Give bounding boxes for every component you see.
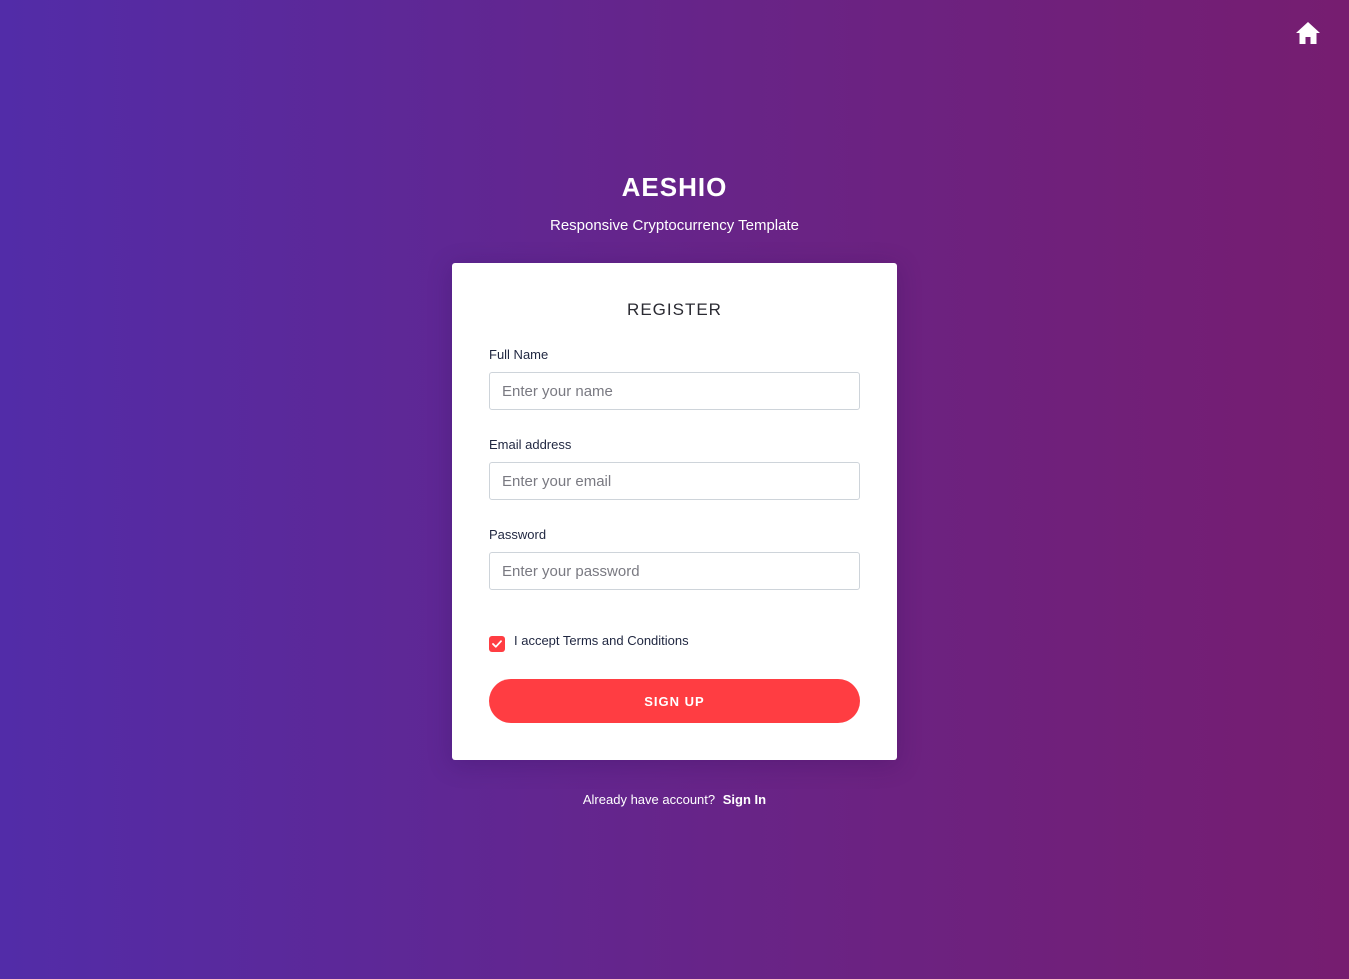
- home-icon: [1295, 21, 1321, 50]
- email-input[interactable]: [489, 462, 860, 500]
- brand-subtitle: Responsive Cryptocurrency Template: [549, 217, 799, 234]
- brand-title: AESHIO: [621, 172, 728, 202]
- terms-checkbox[interactable]: [489, 636, 505, 652]
- email-label: Email address: [489, 437, 572, 452]
- signin-prompt: Already have account?: [582, 792, 716, 807]
- checkmark-icon: [492, 635, 502, 653]
- sign-in-link[interactable]: Sign In: [723, 792, 766, 807]
- signin-prompt-row: Already have account? Sign In: [0, 792, 1349, 807]
- full-name-input[interactable]: [489, 372, 860, 410]
- sign-up-button[interactable]: SIGN UP: [489, 679, 860, 723]
- register-title: REGISTER: [627, 300, 722, 319]
- terms-row: I accept Terms and Conditions: [489, 633, 689, 652]
- password-input[interactable]: [489, 552, 860, 590]
- register-card: REGISTER Full Name Email address Passwor…: [452, 263, 897, 760]
- home-button[interactable]: [1293, 20, 1323, 50]
- full-name-label: Full Name: [489, 347, 549, 362]
- terms-label[interactable]: I accept Terms and Conditions: [514, 633, 689, 648]
- password-label: Password: [489, 527, 547, 542]
